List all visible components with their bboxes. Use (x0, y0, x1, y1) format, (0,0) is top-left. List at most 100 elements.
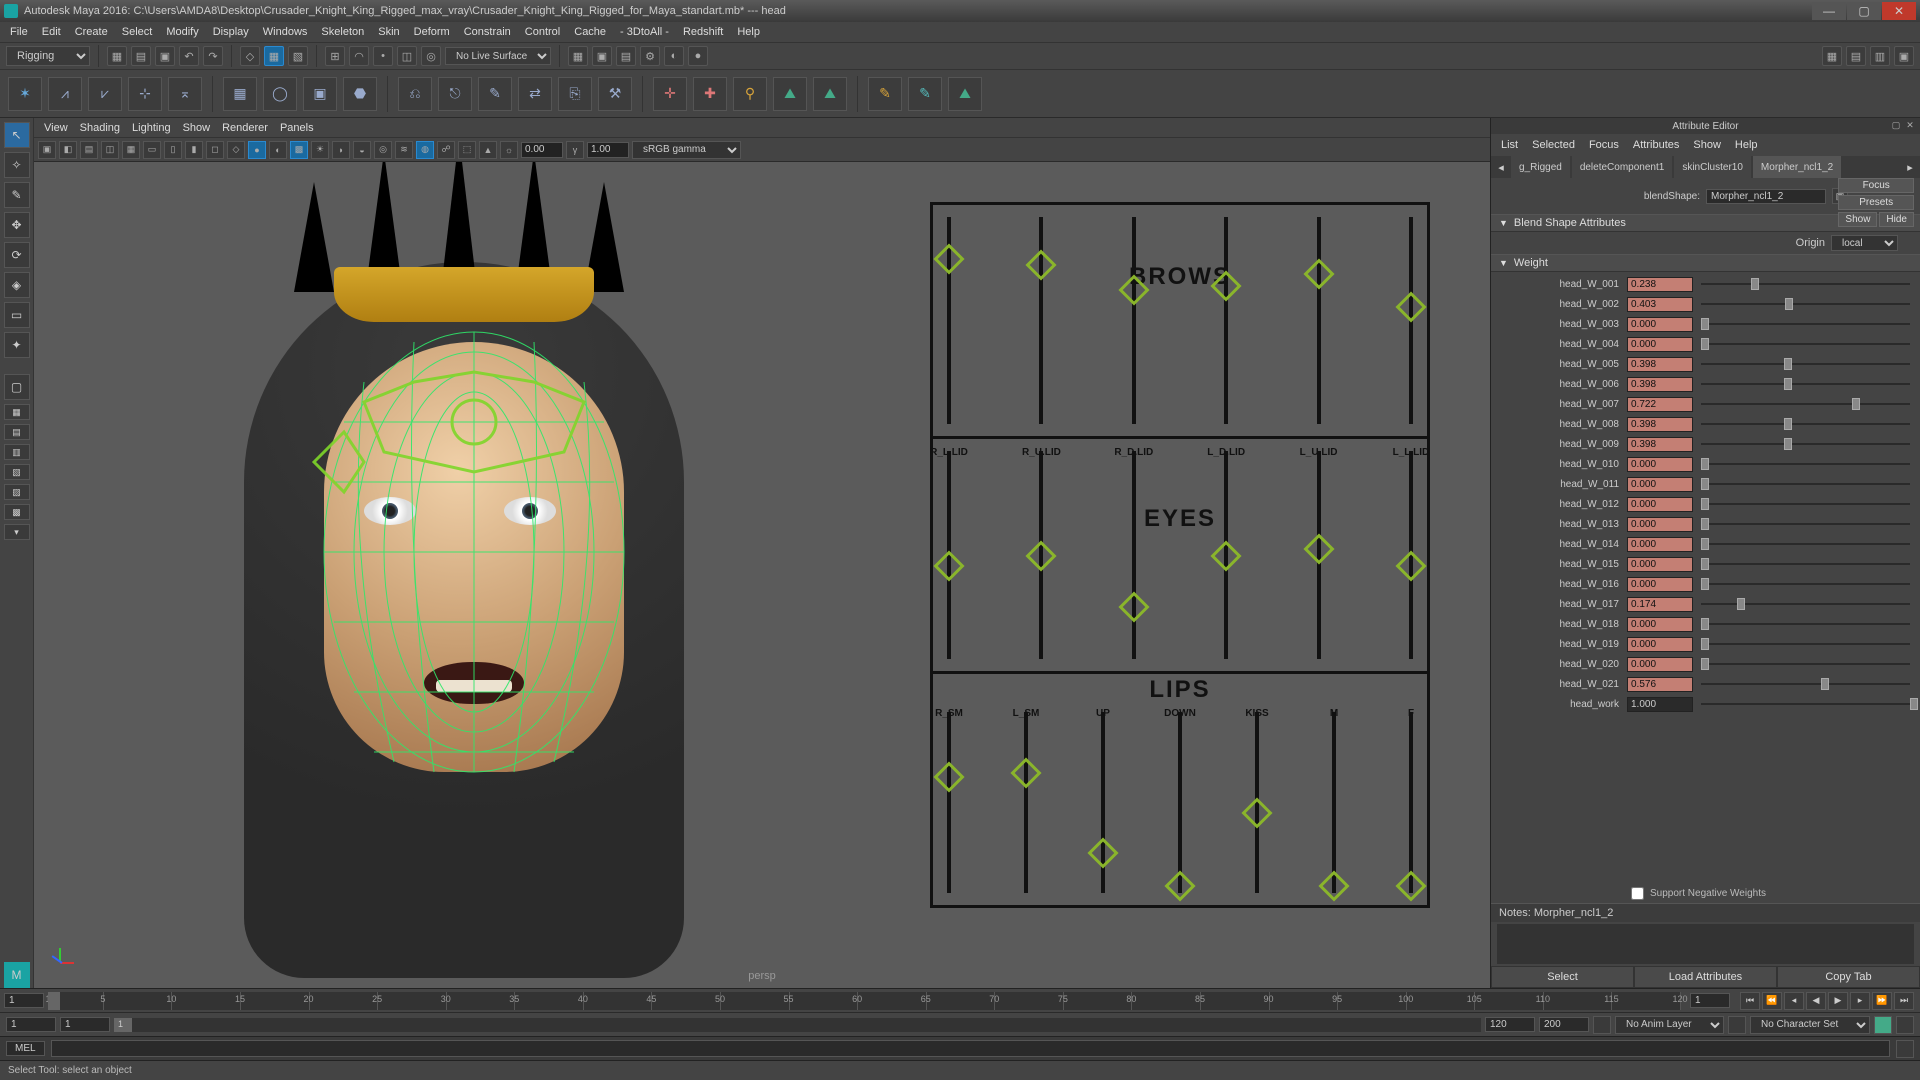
weight-slider[interactable] (1701, 277, 1910, 291)
prefs-icon[interactable] (1896, 1016, 1914, 1034)
weight-value-input[interactable]: 0.238 (1627, 277, 1693, 292)
anim-layer-select[interactable]: No Anim Layer (1615, 1016, 1724, 1034)
window-minimize-button[interactable]: — (1812, 2, 1846, 20)
menu-select[interactable]: Select (122, 26, 153, 38)
face-slider[interactable] (1039, 217, 1043, 424)
shelf-insert-joint-icon[interactable]: ⊹ (128, 77, 162, 111)
weight-value-input[interactable]: 0.000 (1627, 337, 1693, 352)
select-mode-component-icon[interactable]: ▦ (264, 46, 284, 66)
step-fwd-key-icon[interactable]: ⏩ (1872, 992, 1892, 1010)
weight-value-input[interactable]: 1.000 (1627, 697, 1693, 712)
weight-slider[interactable] (1701, 437, 1910, 451)
weight-slider[interactable] (1701, 477, 1910, 491)
pt-res-gate-icon[interactable]: ▯ (164, 141, 182, 159)
pt-shadows-icon[interactable]: ◗ (332, 141, 350, 159)
hide-button[interactable]: Hide (1879, 212, 1914, 227)
time-current-marker[interactable] (48, 992, 60, 1010)
window-maximize-button[interactable]: ▢ (1847, 2, 1881, 20)
pt-iso-icon[interactable]: ⬚ (458, 141, 476, 159)
attr-menu-selected[interactable]: Selected (1532, 139, 1575, 151)
presets-button[interactable]: Presets (1838, 195, 1914, 210)
weight-value-input[interactable]: 0.398 (1627, 357, 1693, 372)
snap-live-icon[interactable]: ◎ (421, 46, 441, 66)
weight-header[interactable]: ▼Weight (1491, 254, 1920, 272)
face-slider-handle[interactable] (1026, 540, 1057, 571)
time-track[interactable]: 1510152025303540455055606570758085909510… (48, 992, 1680, 1010)
attr-menu-list[interactable]: List (1501, 139, 1518, 151)
range-outer-end-input[interactable] (1539, 1017, 1589, 1032)
face-slider[interactable]: R_L.LID (947, 451, 951, 658)
pt-grid-icon[interactable]: ▦ (122, 141, 140, 159)
focus-button[interactable]: Focus (1838, 178, 1914, 193)
panel-menu-renderer[interactable]: Renderer (222, 122, 268, 134)
weight-slider[interactable] (1701, 577, 1910, 591)
weight-value-input[interactable]: 0.000 (1627, 557, 1693, 572)
face-slider[interactable] (1132, 217, 1136, 424)
layout-single-icon[interactable]: ▢ (4, 374, 30, 400)
weight-value-input[interactable]: 0.000 (1627, 497, 1693, 512)
weight-value-input[interactable]: 0.722 (1627, 397, 1693, 412)
play-back-icon[interactable]: ◀ (1806, 992, 1826, 1010)
face-slider-handle[interactable] (1318, 870, 1349, 901)
weight-slider[interactable] (1701, 597, 1910, 611)
shelf-detach-skin-icon[interactable]: ⎋ (438, 77, 472, 111)
gamma-input[interactable] (587, 142, 629, 158)
layout-icon-d[interactable]: ▣ (1894, 46, 1914, 66)
shelf-sphere-icon[interactable]: ◯ (263, 77, 297, 111)
pt-image-plane-icon[interactable]: ▤ (80, 141, 98, 159)
weight-value-input[interactable]: 0.000 (1627, 317, 1693, 332)
pt-wire-on-shaded-icon[interactable]: ◐ (269, 141, 287, 159)
weight-value-input[interactable]: 0.398 (1627, 437, 1693, 452)
select-mode-object-icon[interactable]: ◇ (240, 46, 260, 66)
face-slider[interactable]: L_D.LID (1224, 451, 1228, 658)
rotate-tool-icon[interactable]: ⟳ (4, 242, 30, 268)
weight-value-input[interactable]: 0.000 (1627, 617, 1693, 632)
weight-value-input[interactable]: 0.000 (1627, 517, 1693, 532)
face-slider[interactable]: R_SM (947, 712, 951, 893)
maya-home-icon[interactable]: M (4, 962, 30, 988)
autokey-icon[interactable] (1874, 1016, 1892, 1034)
redo-icon[interactable]: ↷ (203, 46, 223, 66)
attr-close-icon[interactable]: ✕ (1904, 119, 1916, 131)
pt-ao-icon[interactable]: ◒ (353, 141, 371, 159)
weight-value-input[interactable]: 0.398 (1627, 417, 1693, 432)
view-transform-select[interactable]: sRGB gamma (632, 141, 741, 159)
render-settings-icon[interactable]: ⚙ (640, 46, 660, 66)
go-start-icon[interactable]: ⏮ (1740, 992, 1760, 1010)
show-button[interactable]: Show (1838, 212, 1877, 227)
layout-3b-icon[interactable]: ▨ (4, 484, 30, 500)
play-fwd-icon[interactable]: ▶ (1828, 992, 1848, 1010)
face-slider[interactable]: UP (1101, 712, 1105, 893)
shelf-lattice-icon[interactable]: ▦ (223, 77, 257, 111)
weight-value-input[interactable]: 0.000 (1627, 657, 1693, 672)
weight-slider[interactable] (1701, 537, 1910, 551)
render-view-icon[interactable]: ▦ (568, 46, 588, 66)
pt-textured-icon[interactable]: ▩ (290, 141, 308, 159)
attr-tab-deletecomponent1[interactable]: deleteComponent1 (1572, 156, 1673, 178)
menu-deform[interactable]: Deform (414, 26, 450, 38)
shelf-mirror-weights-icon[interactable]: ⇄ (518, 77, 552, 111)
face-slider[interactable]: L_L.LID (1409, 451, 1413, 658)
undo-icon[interactable]: ↶ (179, 46, 199, 66)
window-close-button[interactable]: ✕ (1882, 2, 1916, 20)
weight-slider[interactable] (1701, 557, 1910, 571)
go-end-icon[interactable]: ⏭ (1894, 992, 1914, 1010)
weight-slider[interactable] (1701, 297, 1910, 311)
weight-value-input[interactable]: 0.403 (1627, 297, 1693, 312)
shelf-crowd-a-icon[interactable]: ⛰ (773, 77, 807, 111)
shelf-paint-weights-icon[interactable]: ✎ (478, 77, 512, 111)
exposure-input[interactable] (521, 142, 563, 158)
viewport-persp[interactable]: BROWS EYES R_L.LIDR_U.LIDR_D.LIDL_D.LIDL… (34, 162, 1490, 988)
layout-2h-icon[interactable]: ▤ (4, 424, 30, 440)
last-tool-icon[interactable]: ▭ (4, 302, 30, 328)
weight-value-input[interactable]: 0.000 (1627, 537, 1693, 552)
shelf-joint-icon[interactable]: ✶ (8, 77, 42, 111)
face-slider-handle[interactable] (933, 244, 964, 275)
weight-slider[interactable] (1701, 497, 1910, 511)
attr-tab-morpher_ncl1_2[interactable]: Morpher_ncl1_2 (1753, 156, 1841, 178)
support-negative-weights-checkbox[interactable] (1631, 887, 1644, 900)
hypershade-icon[interactable]: ◐ (664, 46, 684, 66)
panel-menu-shading[interactable]: Shading (80, 122, 120, 134)
shelf-tool-b-icon[interactable]: ✎ (908, 77, 942, 111)
scale-tool-icon[interactable]: ◈ (4, 272, 30, 298)
